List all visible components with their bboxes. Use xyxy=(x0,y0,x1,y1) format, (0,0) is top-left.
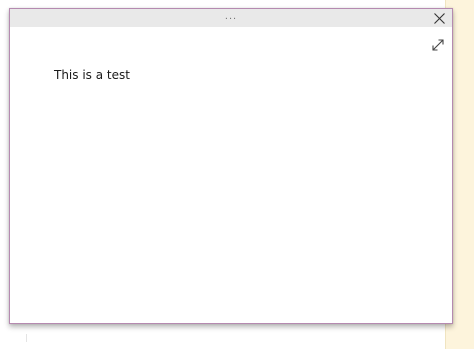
expand-button[interactable] xyxy=(430,37,446,53)
popup-window: ... This is a test xyxy=(9,8,453,324)
drag-handle-icon[interactable]: ... xyxy=(225,11,237,22)
close-button[interactable] xyxy=(426,9,452,27)
expand-icon xyxy=(432,39,444,51)
window-titlebar[interactable]: ... xyxy=(10,9,452,27)
divider xyxy=(26,334,27,342)
close-icon xyxy=(433,12,445,24)
note-text[interactable]: This is a test xyxy=(54,67,130,83)
